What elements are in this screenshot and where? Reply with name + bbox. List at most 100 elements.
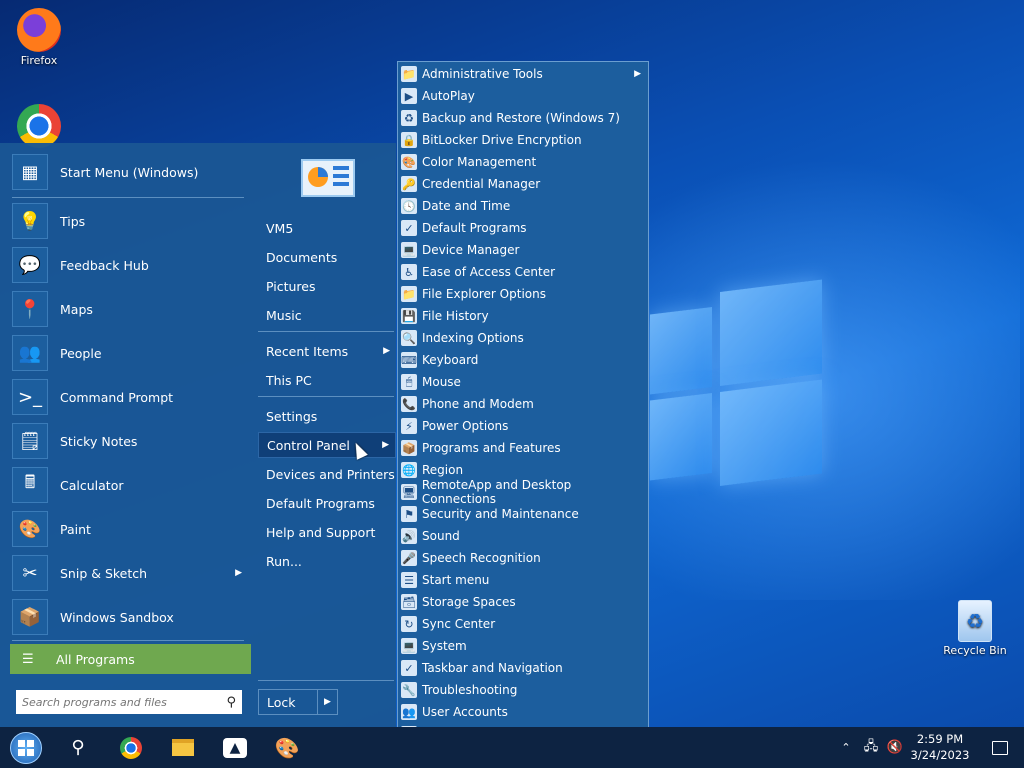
cp-item-indexing-options[interactable]: 🔍 Indexing Options (401, 327, 647, 349)
control-panel-submenu: 📁 Administrative Tools ▶ ▶ AutoPlay ♻ Backup a… (397, 61, 649, 768)
cp-item-start-menu[interactable]: ☰ Start menu (401, 569, 647, 591)
cp-item-file-history[interactable]: 💾 File History (401, 305, 647, 327)
search-input[interactable] (22, 695, 227, 709)
cp-item-system[interactable]: 💻 System (401, 635, 647, 657)
volume-status[interactable]: 🔇 (884, 727, 906, 768)
taskbar-paint[interactable]: 🎨 (266, 727, 308, 768)
cp-item-file-explorer-options[interactable]: 📁 File Explorer Options (401, 283, 647, 305)
cp-item-backup-and-restore-windows-7[interactable]: ♻ Backup and Restore (Windows 7) (401, 107, 647, 129)
snip-icon: ▲ (223, 737, 247, 758)
program-label: Sticky Notes (60, 433, 138, 449)
cp-item-user-accounts[interactable]: 👥 User Accounts (401, 701, 647, 723)
link-run[interactable]: Run... (258, 548, 396, 574)
chevron-right-icon: ▶ (382, 440, 389, 450)
link-this-pc[interactable]: This PC (258, 367, 396, 393)
cp-item-label: Start menu (422, 573, 490, 587)
clock[interactable]: 2:59 PM 3/24/2023 (905, 731, 975, 763)
link-label: Recent Items (266, 343, 349, 359)
program-maps[interactable]: 📍 Maps (12, 287, 250, 331)
program-snip-sketch[interactable]: ✂ Snip & Sketch ▶ (12, 551, 250, 595)
program-feedback-hub[interactable]: 💬 Feedback Hub (12, 243, 250, 287)
cp-item-bitlocker-drive-encryption[interactable]: 🔒 BitLocker Drive Encryption (401, 129, 647, 151)
desktop-icon-recycle-bin[interactable]: ♻ Recycle Bin (940, 600, 1010, 657)
power-options-icon: ⚡ (401, 418, 417, 434)
program-people[interactable]: 👥 People (12, 331, 250, 375)
show-hidden-icons-button[interactable]: ⌃ (836, 727, 856, 768)
cp-item-device-manager[interactable]: 💻 Device Manager (401, 239, 647, 261)
link-label: Help and Support (266, 524, 376, 540)
action-center-button[interactable] (980, 727, 1020, 768)
cp-item-administrative-tools[interactable]: 📁 Administrative Tools ▶ (401, 63, 647, 85)
program-label: Command Prompt (60, 389, 174, 405)
all-programs-button[interactable]: ☰ All Programs (10, 644, 251, 674)
cp-item-security-and-maintenance[interactable]: ⚑ Security and Maintenance (401, 503, 647, 525)
link-vm5[interactable]: VM5 (258, 215, 396, 241)
cp-item-autoplay[interactable]: ▶ AutoPlay (401, 85, 647, 107)
cp-item-default-programs[interactable]: ✓ Default Programs (401, 217, 647, 239)
cp-item-sound[interactable]: 🔊 Sound (401, 525, 647, 547)
device-manager-icon: 💻 (401, 242, 417, 258)
cp-item-color-management[interactable]: 🎨 Color Management (401, 151, 647, 173)
chrome-icon (120, 736, 142, 759)
link-settings[interactable]: Settings (258, 403, 396, 429)
cp-item-remoteapp-and-desktop-connections[interactable]: 🖥 RemoteApp and Desktop Connections (401, 478, 647, 506)
link-default-programs[interactable]: Default Programs (258, 490, 396, 516)
program-calculator[interactable]: 🖩 Calculator (12, 463, 250, 507)
cp-item-phone-and-modem[interactable]: 📞 Phone and Modem (401, 393, 647, 415)
storage-spaces-icon: 🗃 (401, 594, 417, 610)
sound-icon: 🔊 (401, 528, 417, 544)
program-paint[interactable]: 🎨 Paint (12, 507, 250, 551)
chevron-right-icon[interactable]: ▶ (317, 690, 337, 714)
link-label: Control Panel (267, 437, 350, 453)
link-label: Music (266, 307, 302, 323)
administrative-tools-icon: 📁 (401, 66, 417, 82)
date-and-time-icon: 🕓 (401, 198, 417, 214)
link-help-and-support[interactable]: Help and Support (258, 519, 396, 545)
palette-icon: 🎨 (12, 511, 48, 547)
start-search-box[interactable]: ⚲ (16, 690, 242, 714)
link-documents[interactable]: Documents (258, 244, 396, 270)
cp-item-sync-center[interactable]: ↻ Sync Center (401, 613, 647, 635)
troubleshooting-icon: 🔧 (401, 682, 417, 698)
desktop-icon-firefox[interactable]: Firefox (4, 8, 74, 67)
taskbar-file-explorer[interactable] (162, 727, 204, 768)
mouse-icon: 🖱 (401, 374, 417, 390)
link-pictures[interactable]: Pictures (258, 273, 396, 299)
taskbar-chrome[interactable] (110, 727, 152, 768)
sandbox-icon: 📦 (12, 599, 48, 635)
chevron-up-icon: ⌃ (841, 741, 851, 754)
cp-item-keyboard[interactable]: ⌨ Keyboard (401, 349, 647, 371)
cp-item-taskbar-and-navigation[interactable]: ✓ Taskbar and Navigation (401, 657, 647, 679)
program-command-prompt[interactable]: >_ Command Prompt (12, 375, 250, 419)
network-icon: 🖧 (863, 738, 879, 754)
cp-item-speech-recognition[interactable]: 🎤 Speech Recognition (401, 547, 647, 569)
link-recent-items[interactable]: Recent Items ▶ (258, 338, 396, 364)
cp-item-troubleshooting[interactable]: 🔧 Troubleshooting (401, 679, 647, 701)
cp-item-credential-manager[interactable]: 🔑 Credential Manager (401, 173, 647, 195)
lock-button[interactable]: Lock ▶ (258, 689, 338, 715)
taskbar-search-button[interactable]: ⚲ (58, 727, 98, 768)
firefox-icon (17, 8, 61, 52)
cp-item-storage-spaces[interactable]: 🗃 Storage Spaces (401, 591, 647, 613)
start-button[interactable] (6, 727, 46, 768)
program-start-menu-windows[interactable]: ▦ Start Menu (Windows) (12, 150, 250, 194)
notification-icon (992, 740, 1008, 755)
cp-item-label: Storage Spaces (422, 595, 516, 609)
cp-item-label: File Explorer Options (422, 287, 546, 301)
link-control-panel[interactable]: Control Panel ▶ (258, 432, 396, 458)
cp-item-mouse[interactable]: 🖱 Mouse (401, 371, 647, 393)
program-windows-sandbox[interactable]: 📦 Windows Sandbox (12, 595, 250, 639)
lightbulb-icon: 💡 (12, 203, 48, 239)
cp-item-power-options[interactable]: ⚡ Power Options (401, 415, 647, 437)
cp-item-ease-of-access-center[interactable]: ♿ Ease of Access Center (401, 261, 647, 283)
link-devices-and-printers[interactable]: Devices and Printers (258, 461, 396, 487)
cp-item-date-and-time[interactable]: 🕓 Date and Time (401, 195, 647, 217)
program-sticky-notes[interactable]: 🗒 Sticky Notes (12, 419, 250, 463)
program-tips[interactable]: 💡 Tips (12, 199, 250, 243)
cp-item-programs-and-features[interactable]: 📦 Programs and Features (401, 437, 647, 459)
user-accounts-icon: 👥 (401, 704, 417, 720)
network-status[interactable]: 🖧 (860, 727, 882, 768)
default-programs-icon: ✓ (401, 220, 417, 236)
link-music[interactable]: Music (258, 302, 396, 328)
taskbar-snip-sketch[interactable]: ▲ (214, 727, 256, 768)
